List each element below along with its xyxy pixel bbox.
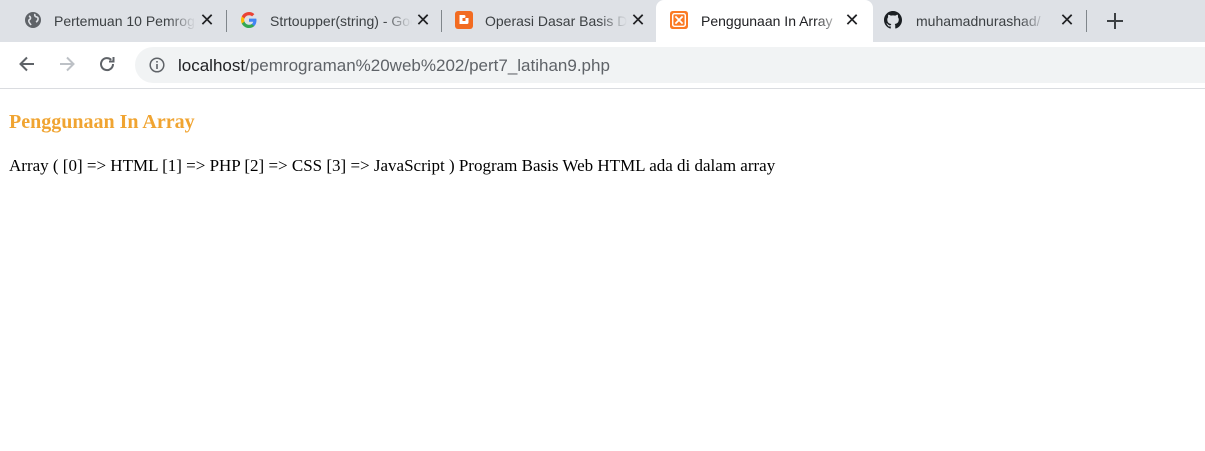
url-text[interactable]: localhost/pemrograman%20web%202/pert7_la… [178, 56, 610, 76]
close-tab-icon[interactable]: ✕ [844, 11, 860, 29]
close-tab-icon[interactable]: ✕ [630, 11, 646, 29]
tab-pertemuan[interactable]: Pertemuan 10 Pemrograman ✕ [0, 0, 227, 42]
tab-penggunaan-in-array[interactable]: Penggunaan In Array ✕ [656, 0, 873, 42]
plus-icon[interactable] [1103, 10, 1127, 32]
tab-github[interactable]: muhamadnurashad/ ✕ [860, 0, 1087, 42]
xampp-icon [670, 11, 688, 29]
tab-title: Strtoupper(string) - Google [270, 13, 412, 29]
close-tab-icon[interactable]: ✕ [415, 11, 431, 29]
tab-title: Pertemuan 10 Pemrograman [54, 13, 196, 29]
tab-separator [1086, 10, 1087, 32]
tab-strtoupper[interactable]: Strtoupper(string) - Google ✕ [216, 0, 443, 42]
tab-title: Operasi Dasar Basis Data [485, 13, 627, 29]
close-tab-icon[interactable]: ✕ [1059, 11, 1075, 29]
info-icon[interactable] [149, 57, 165, 73]
tab-title: muhamadnurashad/ [916, 13, 1041, 29]
address-bar[interactable]: localhost/pemrograman%20web%202/pert7_la… [135, 47, 1205, 83]
google-icon [240, 11, 258, 29]
url-path: /pemrograman%20web%202/pert7_latihan9.ph… [245, 56, 610, 75]
page-heading: Penggunaan In Array [9, 111, 195, 133]
url-host: localhost [178, 56, 246, 75]
blogger-icon [455, 11, 473, 29]
page-content: Penggunaan In Array Array ( [0] => HTML … [0, 89, 1205, 451]
tab-title: Penggunaan In Array [701, 13, 833, 29]
github-icon [884, 11, 902, 29]
tab-strip: Pertemuan 10 Pemrograman ✕ Strtoupper(st… [0, 0, 1205, 42]
tab-operasi-dasar[interactable]: Operasi Dasar Basis Data ✕ [431, 0, 658, 42]
globe-icon [24, 11, 42, 29]
reload-icon[interactable] [96, 53, 118, 75]
forward-arrow-icon[interactable] [56, 53, 78, 75]
array-output-text: Array ( [0] => HTML [1] => PHP [2] => CS… [9, 156, 776, 175]
close-tab-icon[interactable]: ✕ [199, 11, 215, 29]
browser-toolbar: localhost/pemrograman%20web%202/pert7_la… [0, 42, 1205, 89]
back-arrow-icon[interactable] [16, 53, 38, 75]
